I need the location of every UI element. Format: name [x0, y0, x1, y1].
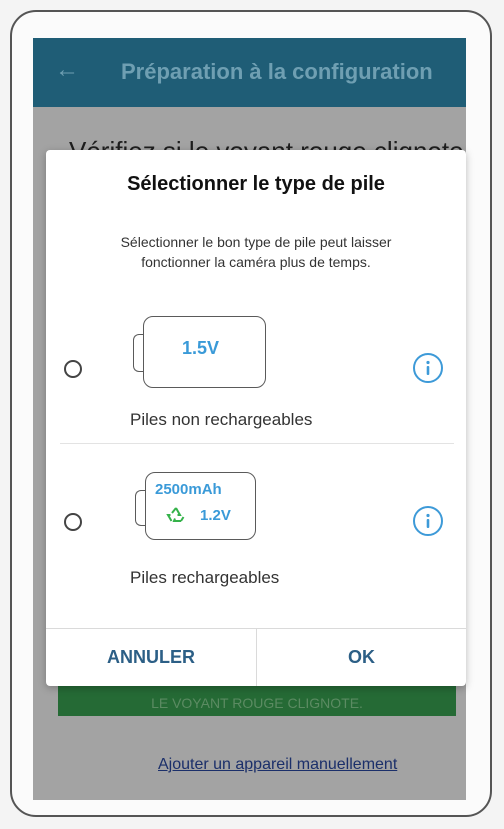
page-title: Préparation à la configuration: [121, 59, 433, 84]
info-icon[interactable]: [413, 353, 443, 383]
radio-rechargeable[interactable]: [64, 513, 82, 531]
arrow-left-icon[interactable]: ←: [55, 56, 79, 84]
battery-icon-rechargeable: 2500mAh 1.2V: [145, 472, 256, 540]
cancel-button[interactable]: ANNULER: [46, 629, 256, 686]
dialog-description: Sélectionner le bon type de pile peut la…: [76, 232, 436, 272]
dialog-description-line-2: fonctionner la caméra plus de temps.: [141, 254, 371, 270]
app-bar: ← Préparation à la configuration: [33, 38, 466, 107]
battery-type-dialog: Sélectionner le type de pile Sélectionne…: [46, 150, 466, 686]
ok-button[interactable]: OK: [257, 629, 466, 686]
option-label: Piles non rechargeables: [130, 410, 313, 429]
battery-icon-cap: [133, 334, 143, 372]
recycle-icon: [166, 506, 186, 529]
battery-voltage: 1.2V: [200, 507, 231, 524]
dialog-title: Sélectionner le type de pile: [127, 173, 385, 195]
add-device-manually-link[interactable]: Ajouter un appareil manuellement: [158, 756, 397, 774]
battery-icon-non-rechargeable: 1.5V: [143, 316, 266, 388]
option-label: Piles rechargeables: [130, 568, 280, 587]
radio-non-rechargeable[interactable]: [64, 360, 82, 378]
info-icon[interactable]: [413, 506, 443, 536]
battery-voltage: 1.5V: [182, 338, 220, 358]
battery-capacity: 2500mAh: [155, 481, 222, 498]
battery-icon-cap: [135, 490, 145, 526]
dialog-description-line-1: Sélectionner le bon type de pile peut la…: [120, 234, 392, 250]
option-divider: [60, 443, 454, 444]
